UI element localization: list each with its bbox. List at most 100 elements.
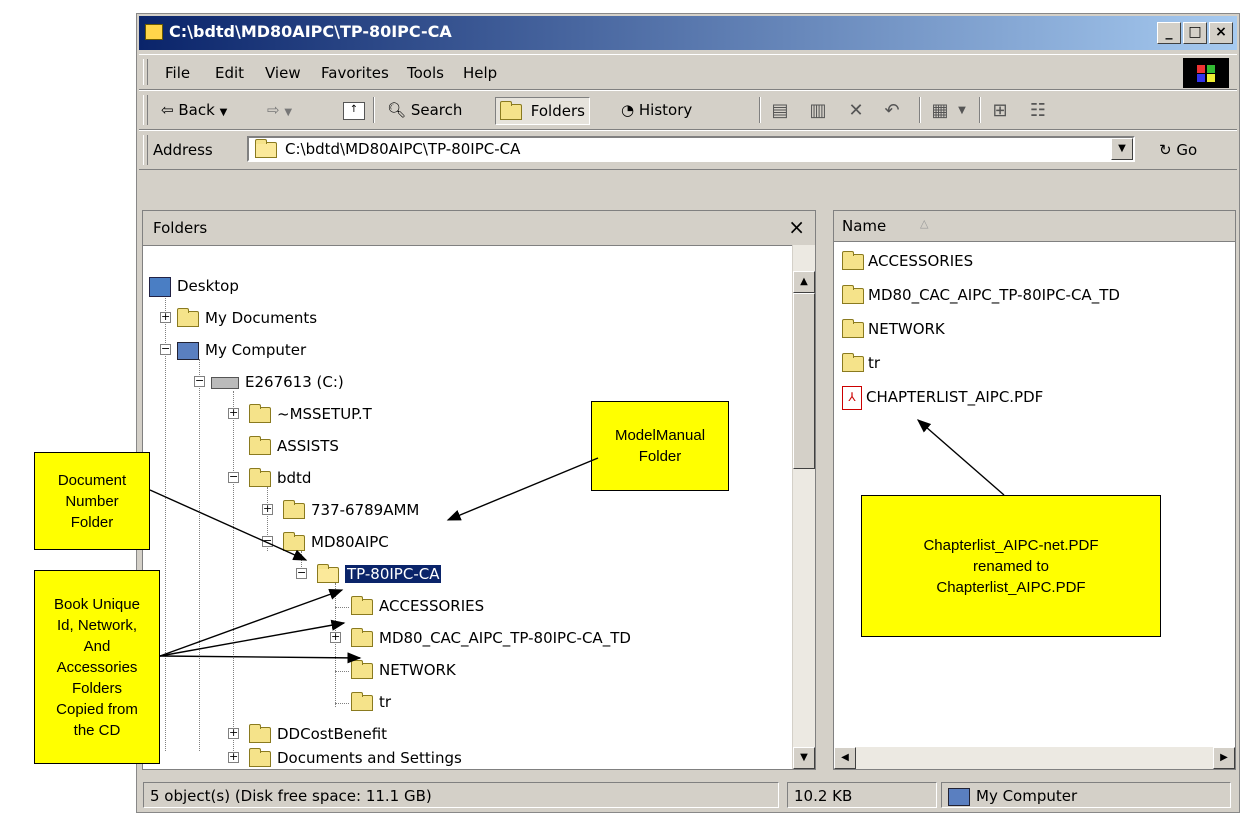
folders-label: Folders	[530, 102, 585, 120]
tree-item-tr[interactable]: tr	[351, 691, 391, 713]
tree-line	[335, 703, 349, 704]
delete-icon[interactable]: ✕	[845, 101, 867, 121]
title-bar[interactable]: C:\bdtd\MD80AIPC\TP-80IPC-CA _ □ ×	[139, 16, 1237, 50]
menu-file[interactable]: File	[165, 64, 190, 82]
file-list-hscrollbar[interactable]: ◀ ▶	[834, 747, 1235, 769]
expand-toggle[interactable]: +	[262, 503, 273, 515]
menu-favorites[interactable]: Favorites	[321, 64, 389, 82]
tree-item-network[interactable]: NETWORK	[351, 659, 456, 681]
file-item-md80-cac[interactable]: MD80_CAC_AIPC_TP-80IPC-CA_TD	[842, 283, 1120, 307]
close-button[interactable]: ×	[1209, 22, 1233, 44]
collapse-toggle[interactable]: −	[194, 375, 205, 387]
toolbar-separator	[919, 97, 921, 123]
tree-item-accessories[interactable]: ACCESSORIES	[351, 595, 484, 617]
folders-scrollbar[interactable]: ▲ ▼	[792, 245, 815, 769]
search-button[interactable]: 🔍︎ Search	[383, 97, 466, 123]
properties-icon[interactable]: ☷	[1027, 101, 1049, 121]
tree-item-drive-c[interactable]: E267613 (C:)	[211, 371, 344, 393]
folder-window-icon	[145, 24, 163, 40]
minimize-button[interactable]: _	[1157, 22, 1181, 44]
file-item-accessories[interactable]: ACCESSORIES	[842, 249, 973, 273]
address-input[interactable]: C:\bdtd\MD80AIPC\TP-80IPC-CA ▼	[247, 136, 1135, 162]
chevron-down-icon[interactable]: ▼	[220, 107, 228, 118]
desktop-icon	[149, 276, 171, 297]
close-pane-icon[interactable]: ×	[788, 215, 805, 239]
tree-item-md80-cac[interactable]: MD80_CAC_AIPC_TP-80IPC-CA_TD	[351, 627, 631, 649]
folder-icon	[842, 284, 864, 304]
note-line: ModelManual	[614, 427, 706, 444]
annotation-document-number: Document Number Folder	[34, 452, 150, 550]
menu-help[interactable]: Help	[463, 64, 497, 82]
scroll-thumb[interactable]	[793, 293, 815, 469]
scroll-left-button[interactable]: ◀	[834, 747, 856, 769]
folder-icon	[351, 691, 373, 711]
note-line: Id, Network,	[56, 616, 138, 634]
copy-to-icon[interactable]: ▥	[807, 101, 829, 121]
expand-toggle[interactable]: +	[160, 311, 171, 323]
maximize-button[interactable]: □	[1183, 22, 1207, 44]
folder-icon	[351, 595, 373, 615]
tree-item-737-6789amm[interactable]: 737-6789AMM	[283, 499, 419, 521]
folder-icon	[842, 318, 864, 338]
tree-label: ACCESSORIES	[379, 597, 485, 615]
folders-pane-header: Folders ×	[143, 211, 815, 246]
tree-label: My Computer	[205, 341, 307, 359]
folder-icon	[842, 250, 864, 270]
new-folder-icon[interactable]: ⊞	[989, 101, 1011, 121]
file-item-tr[interactable]: tr	[842, 351, 880, 375]
go-button[interactable]: ↻ Go	[1159, 141, 1197, 159]
scroll-right-button[interactable]: ▶	[1213, 747, 1235, 769]
tree-item-msssetup[interactable]: ~MSSETUP.T	[249, 403, 372, 425]
expand-toggle[interactable]: +	[228, 727, 239, 739]
collapse-toggle[interactable]: −	[160, 343, 171, 355]
folder-icon	[351, 659, 373, 679]
tree-item-documents-settings[interactable]: Documents and Settings	[249, 747, 462, 769]
up-folder-button[interactable]: ↑	[339, 97, 369, 123]
toolbar-grip	[143, 95, 148, 125]
tree-label: bdtd	[277, 469, 312, 487]
forward-arrow-icon: ⇨	[267, 101, 280, 119]
tree-item-my-documents[interactable]: My Documents	[177, 307, 317, 329]
collapse-toggle[interactable]: −	[262, 535, 273, 547]
tree-item-assists[interactable]: ASSISTS	[249, 435, 339, 457]
chevron-down-icon[interactable]: ▼	[951, 101, 973, 121]
collapse-toggle[interactable]: −	[228, 471, 239, 483]
folders-button[interactable]: Folders	[495, 97, 590, 125]
menu-view[interactable]: View	[265, 64, 301, 82]
tree-label: E267613 (C:)	[245, 373, 344, 391]
column-name-label: Name	[842, 217, 887, 235]
collapse-toggle[interactable]: −	[296, 567, 307, 579]
menu-edit[interactable]: Edit	[215, 64, 244, 82]
move-to-icon[interactable]: ▤	[769, 101, 791, 121]
expand-toggle[interactable]: +	[228, 751, 239, 763]
column-header-name[interactable]: Name △	[834, 211, 1235, 242]
note-line: Accessories	[56, 658, 138, 676]
menu-tools[interactable]: Tools	[407, 64, 444, 82]
chevron-down-icon[interactable]: ▼	[284, 107, 292, 118]
back-button[interactable]: ⇦ Back ▼	[157, 97, 231, 123]
file-item-chapterlist-pdf[interactable]: ⅄ CHAPTERLIST_AIPC.PDF	[842, 385, 1044, 410]
tree-item-md80aipc[interactable]: MD80AIPC	[283, 531, 389, 553]
expand-toggle[interactable]: +	[330, 631, 341, 643]
history-button[interactable]: ◔ History	[617, 97, 696, 123]
tree-item-my-computer[interactable]: My Computer	[177, 339, 306, 361]
expand-toggle[interactable]: +	[228, 407, 239, 419]
tree-item-bdtd[interactable]: bdtd	[249, 467, 311, 489]
search-label: Search	[410, 101, 463, 119]
scroll-up-button[interactable]: ▲	[793, 271, 815, 293]
tree-item-tp-80ipc-ca[interactable]: TP-80IPC-CA	[317, 563, 443, 585]
file-name: MD80_CAC_AIPC_TP-80IPC-CA_TD	[868, 286, 1120, 304]
tree-item-ddcostbenefit[interactable]: DDCostBenefit	[249, 723, 387, 745]
views-icon[interactable]: ▦	[929, 101, 951, 121]
address-dropdown-button[interactable]: ▼	[1111, 138, 1133, 160]
file-name: CHAPTERLIST_AIPC.PDF	[866, 388, 1044, 406]
tree-line	[199, 359, 200, 751]
forward-button[interactable]: ⇨ ▼	[263, 97, 296, 123]
undo-icon[interactable]: ↶	[881, 101, 903, 121]
tree-item-desktop[interactable]: Desktop	[149, 275, 239, 297]
file-list-pane: Name △ ACCESSORIES MD80_CAC_AIPC_TP-80IP…	[833, 210, 1236, 770]
open-folder-icon	[317, 563, 339, 583]
folder-icon	[351, 627, 373, 647]
file-item-network[interactable]: NETWORK	[842, 317, 945, 341]
scroll-down-button[interactable]: ▼	[793, 747, 815, 769]
